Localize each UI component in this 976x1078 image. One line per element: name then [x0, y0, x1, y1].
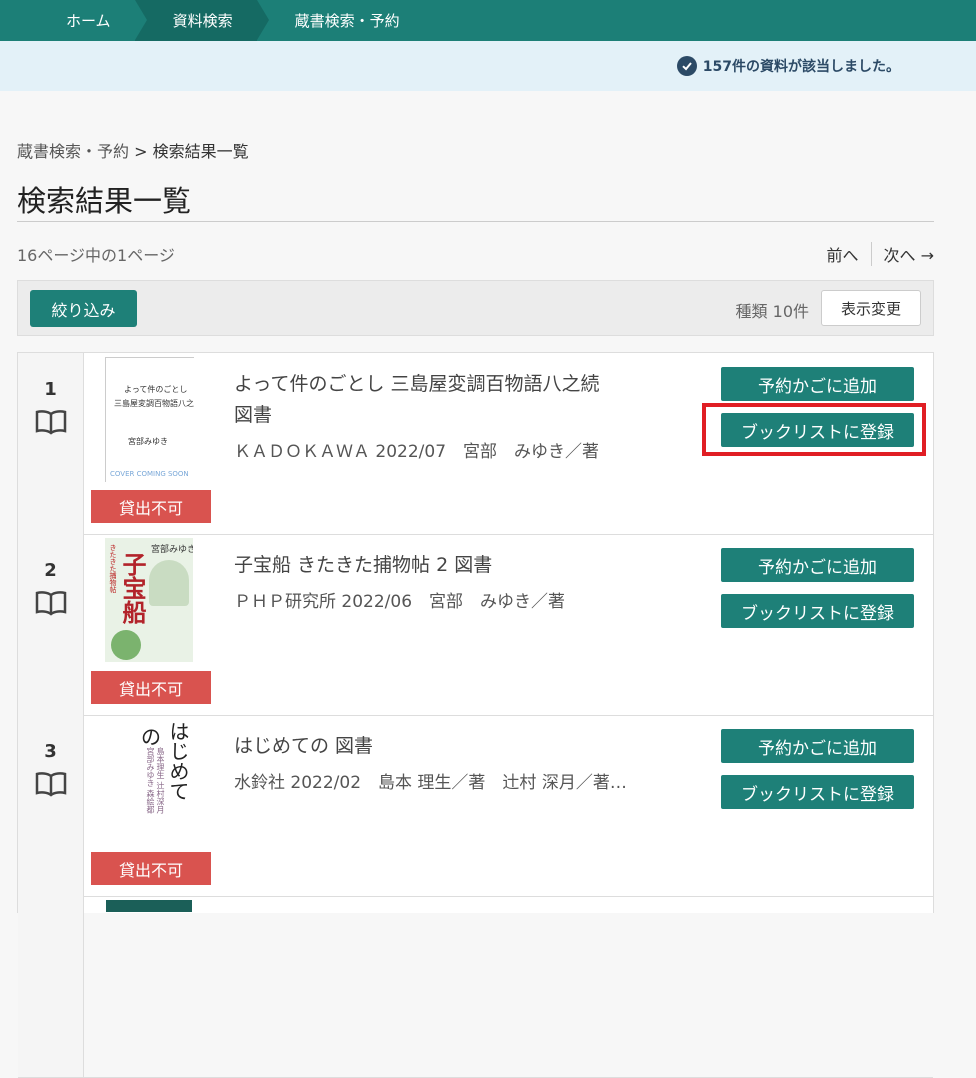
- nav-material-search[interactable]: 資料検索: [134, 0, 269, 41]
- breadcrumb-parent-link[interactable]: 蔵書検索・予約: [17, 142, 129, 161]
- book-cover[interactable]: よって件のごとし 三島屋変調百物語八之続 宮部みゆき COVER COMING …: [105, 357, 194, 482]
- book-cover[interactable]: はじめて の 島本理生 辻村深月 宮部みゆき 森絵都: [105, 719, 193, 843]
- pager: 前へ 次へ →: [826, 242, 934, 266]
- result-number-cell: 2: [18, 534, 84, 715]
- nav-catalog-search-label: 蔵書検索・予約: [294, 12, 400, 30]
- status-badge: 貸出不可: [91, 671, 211, 704]
- result-number: 2: [44, 560, 57, 581]
- cover-author: 宮部みゆき: [151, 545, 193, 555]
- result-number-cell: 1: [18, 353, 84, 534]
- nav-home[interactable]: ホーム: [0, 0, 147, 41]
- nav-material-search-label: 資料検索: [172, 12, 233, 30]
- cover-author: 宮部みゆき: [128, 437, 168, 446]
- breadcrumb: 蔵書検索・予約 > 検索結果一覧: [17, 138, 249, 162]
- title-divider: [17, 221, 934, 222]
- type-count: 種類 10件: [735, 302, 809, 321]
- cover-title-line: よって件のごとし: [124, 385, 188, 394]
- result-row: [18, 896, 933, 1078]
- open-book-icon: [35, 591, 67, 616]
- book-meta: 水鈴社 2022/02 島本 理生／著 辻村 深月／著…: [234, 773, 627, 793]
- results-toolbar: 絞り込み 種類 10件 表示変更: [17, 280, 934, 336]
- next-page-link[interactable]: 次へ →: [872, 242, 935, 266]
- result-number: 3: [44, 741, 57, 762]
- status-badge: 貸出不可: [91, 852, 211, 885]
- cover-title: はじめて: [166, 721, 190, 801]
- cover-title-suffix: の: [141, 725, 161, 749]
- result-number-cell: 3: [18, 715, 84, 896]
- notice-text: 157件の資料が該当しました。: [702, 59, 900, 75]
- cover-subtitle-line: 三島屋変調百物語八之続: [114, 399, 194, 408]
- book-meta: ＫＡＤＯＫＡＷＡ 2022/07 宮部 みゆき／著: [234, 442, 600, 462]
- result-notice: 157件の資料が該当しました。: [0, 41, 976, 91]
- status-badge: 貸出不可: [91, 490, 211, 523]
- nav-home-label: ホーム: [66, 12, 111, 30]
- cover-title: 子宝船: [118, 552, 146, 624]
- result-number: 1: [44, 379, 57, 400]
- result-row: 3 はじめて の 島本理生 辻村深月 宮部みゆき 森絵都 貸出不可 はじめての …: [18, 715, 933, 897]
- result-number-cell: [18, 896, 84, 1077]
- add-to-reserve-cart-button[interactable]: 予約かごに追加: [721, 367, 914, 401]
- open-book-icon: [35, 772, 67, 797]
- results-list: 1 よって件のごとし 三島屋変調百物語八之続 宮部みゆき COVER COMIN…: [17, 352, 934, 1078]
- add-to-reserve-cart-button[interactable]: 予約かごに追加: [721, 548, 914, 582]
- prev-page-link[interactable]: 前へ: [826, 242, 872, 266]
- book-meta: ＰＨＰ研究所 2022/06 宮部 みゆき／著: [234, 592, 566, 612]
- add-to-booklist-button[interactable]: ブックリストに登録: [721, 775, 914, 809]
- breadcrumb-current: 検索結果一覧: [152, 142, 249, 161]
- book-title-link[interactable]: よって件のごとし 三島屋変調百物語八之続 図書: [234, 369, 624, 431]
- cover-authors: 島本理生 辻村深月 宮部みゆき 森絵都: [146, 747, 165, 814]
- page-info: 16ページ中の1ページ: [17, 246, 175, 265]
- book-cover[interactable]: 宮部みゆき きたきた捕物帖 子宝船: [105, 538, 193, 662]
- breadcrumb-separator: >: [134, 142, 148, 161]
- page-title: 検索結果一覧: [17, 184, 192, 218]
- add-to-booklist-button[interactable]: ブックリストに登録: [721, 413, 914, 447]
- check-circle-icon: [676, 56, 697, 76]
- book-title-link[interactable]: はじめての 図書: [234, 731, 624, 762]
- cover-subtitle: きたきた捕物帖: [109, 544, 117, 593]
- nav-catalog-search[interactable]: 蔵書検索・予約: [257, 0, 424, 41]
- book-cover-partial: [106, 900, 192, 912]
- top-breadcrumb-nav: ホーム 資料検索 蔵書検索・予約: [0, 0, 976, 41]
- result-row: 2 宮部みゆき きたきた捕物帖 子宝船 貸出不可 子宝船 きたきた捕物帖 2 図…: [18, 534, 933, 716]
- open-book-icon: [35, 410, 67, 435]
- add-to-booklist-button[interactable]: ブックリストに登録: [721, 594, 914, 628]
- display-change-button[interactable]: 表示変更: [821, 290, 921, 326]
- book-title-link[interactable]: 子宝船 きたきた捕物帖 2 図書: [234, 550, 624, 581]
- result-row: 1 よって件のごとし 三島屋変調百物語八之続 宮部みゆき COVER COMIN…: [18, 353, 933, 535]
- add-to-reserve-cart-button[interactable]: 予約かごに追加: [721, 729, 914, 763]
- filter-button[interactable]: 絞り込み: [30, 290, 137, 327]
- cover-coming-soon: COVER COMING SOON: [110, 470, 189, 478]
